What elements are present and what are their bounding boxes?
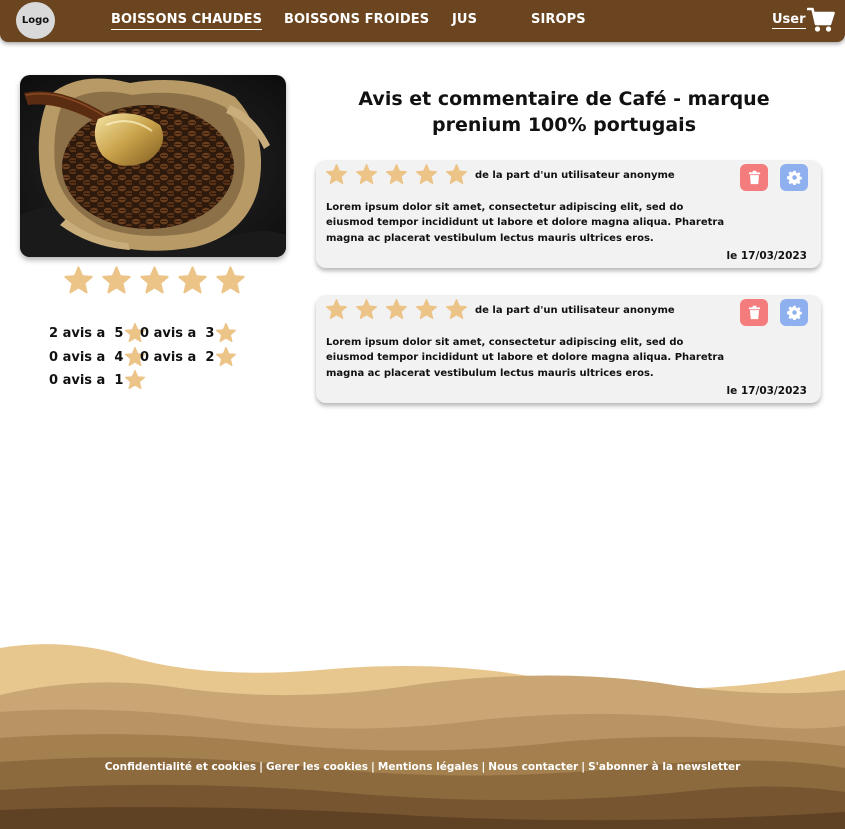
rating-count-3: 0 avis a 3 [140,322,237,344]
rating-count-5: 2 avis a 5 [49,322,146,344]
star-icon [139,265,170,296]
nav-item-jus[interactable]: JUS [452,12,477,27]
delete-review-button[interactable] [740,299,768,326]
review-date: le 17/03/2023 [726,250,808,262]
delete-review-button[interactable] [740,164,768,191]
star-icon [215,346,237,368]
star-icon [215,265,246,296]
footer-background [0,644,845,829]
gear-icon [786,170,802,185]
footer-link-newsletter[interactable]: S'abonner à la newsletter [588,761,740,773]
star-icon [445,163,468,186]
footer-link-contact[interactable]: Nous contacter [488,761,578,773]
product-image [20,75,286,257]
rating-count-label: 0 avis a 1 [49,372,124,388]
review-card: de la part d'un utilisateur anonyme Lore… [316,160,821,268]
review-text: Lorem ipsum dolor sit amet, consectetur … [326,202,725,244]
nav-item-boissons-froides[interactable]: BOISSONS FROIDES [284,12,429,27]
star-icon [325,163,348,186]
review-card: de la part d'un utilisateur anonyme Lore… [316,295,821,403]
review-text: Lorem ipsum dolor sit amet, consectetur … [326,337,725,379]
review-author: de la part d'un utilisateur anonyme [475,305,675,316]
rating-count-label: 2 avis a 5 [49,325,124,341]
footer-separator: | [481,761,486,773]
review-rating [325,163,468,186]
star-icon [415,298,438,321]
star-icon [177,265,208,296]
trash-icon [748,305,760,320]
top-navbar: Logo BOISSONS CHAUDES BOISSONS FROIDES J… [0,0,845,42]
footer-link-privacy[interactable]: Confidentialité et cookies [105,761,256,773]
logo[interactable]: Logo [16,2,55,39]
footer-separator: | [581,761,586,773]
cart-icon[interactable] [807,7,835,33]
star-icon [101,265,132,296]
edit-review-button[interactable] [780,299,808,326]
review-author: de la part d'un utilisateur anonyme [475,170,675,181]
rating-count-4: 0 avis a 4 [49,346,146,368]
footer-links: Confidentialité et cookies | Gerer les coo… [0,761,845,773]
nav-item-sirops[interactable]: SIROPS [531,12,586,27]
trash-icon [748,170,760,185]
star-icon [445,298,468,321]
rating-count-label: 0 avis a 4 [49,349,124,365]
star-icon [325,298,348,321]
star-icon [63,265,94,296]
user-link[interactable]: User [772,12,806,29]
product-rating [63,265,246,296]
star-icon [385,163,408,186]
footer-separator: | [371,761,375,773]
edit-review-button[interactable] [780,164,808,191]
star-icon [415,163,438,186]
star-icon [355,163,378,186]
nav-item-boissons-chaudes[interactable]: BOISSONS CHAUDES [111,12,263,30]
rating-count-1: 0 avis a 1 [49,369,146,391]
gear-icon [786,305,802,320]
review-rating [325,298,468,321]
rating-count-label: 0 avis a 3 [140,325,215,341]
star-icon [385,298,408,321]
star-icon [124,369,146,391]
footer-link-legal[interactable]: Mentions légales [378,761,479,773]
page-title: Avis et commentaire de Café - marque pre… [358,88,770,136]
footer-separator: | [259,761,263,773]
rating-count-label: 0 avis a 2 [140,349,215,365]
review-date: le 17/03/2023 [726,385,808,397]
footer-link-cookies[interactable]: Gerer les cookies [266,761,368,773]
star-icon [215,322,237,344]
rating-count-2: 0 avis a 2 [140,346,237,368]
star-icon [355,298,378,321]
